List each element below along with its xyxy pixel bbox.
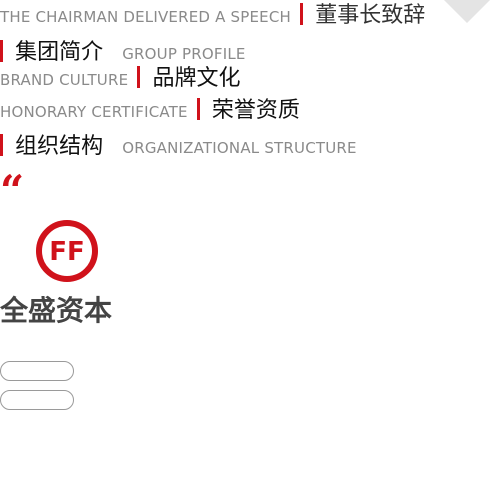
nav-item-label-en: HONORARY CERTIFICATE <box>0 103 188 121</box>
accent-bar <box>137 66 141 88</box>
logo-monogram: FF <box>49 237 85 267</box>
accent-bar <box>300 3 304 25</box>
pill-button-2[interactable] <box>0 390 74 410</box>
nav-item-label-zh: 集团简介 <box>15 40 104 65</box>
corner-triangle-decoration <box>444 0 490 23</box>
nav-item-label-en: BRAND CULTURE <box>0 71 129 89</box>
nav-item-label-zh: 组织结构 <box>15 134 104 159</box>
nav-item-honorary-certificate[interactable]: HONORARY CERTIFICATE 荣誉资质 <box>0 98 300 122</box>
nav-item-chairman-speech[interactable]: THE CHAIRMAN DELIVERED A SPEECH 董事长致辞 <box>0 3 425 27</box>
nav-item-label-zh: 董事长致辞 <box>315 3 426 28</box>
company-logo-emblem: FF <box>36 220 98 282</box>
nav-item-group-profile[interactable]: 集团简介 GROUP PROFILE <box>0 40 246 64</box>
nav-item-label-en: THE CHAIRMAN DELIVERED A SPEECH <box>0 8 292 26</box>
accent-bar <box>0 134 3 156</box>
nav-item-label-en: ORGANIZATIONAL STRUCTURE <box>122 139 357 157</box>
accent-bar <box>0 40 3 62</box>
nav-item-brand-culture[interactable]: BRAND CULTURE 品牌文化 <box>0 66 241 90</box>
quote-mark-icon: “ <box>0 170 25 198</box>
nav-item-label-zh: 荣誉资质 <box>211 98 300 123</box>
nav-item-label-en: GROUP PROFILE <box>122 45 246 63</box>
nav-item-label-zh: 品牌文化 <box>152 66 241 91</box>
pill-button-1[interactable] <box>0 361 74 381</box>
nav-item-organizational-structure[interactable]: 组织结构 ORGANIZATIONAL STRUCTURE <box>0 134 357 158</box>
accent-bar <box>196 98 200 120</box>
company-logo-wordmark: 全盛资本 <box>0 294 113 327</box>
